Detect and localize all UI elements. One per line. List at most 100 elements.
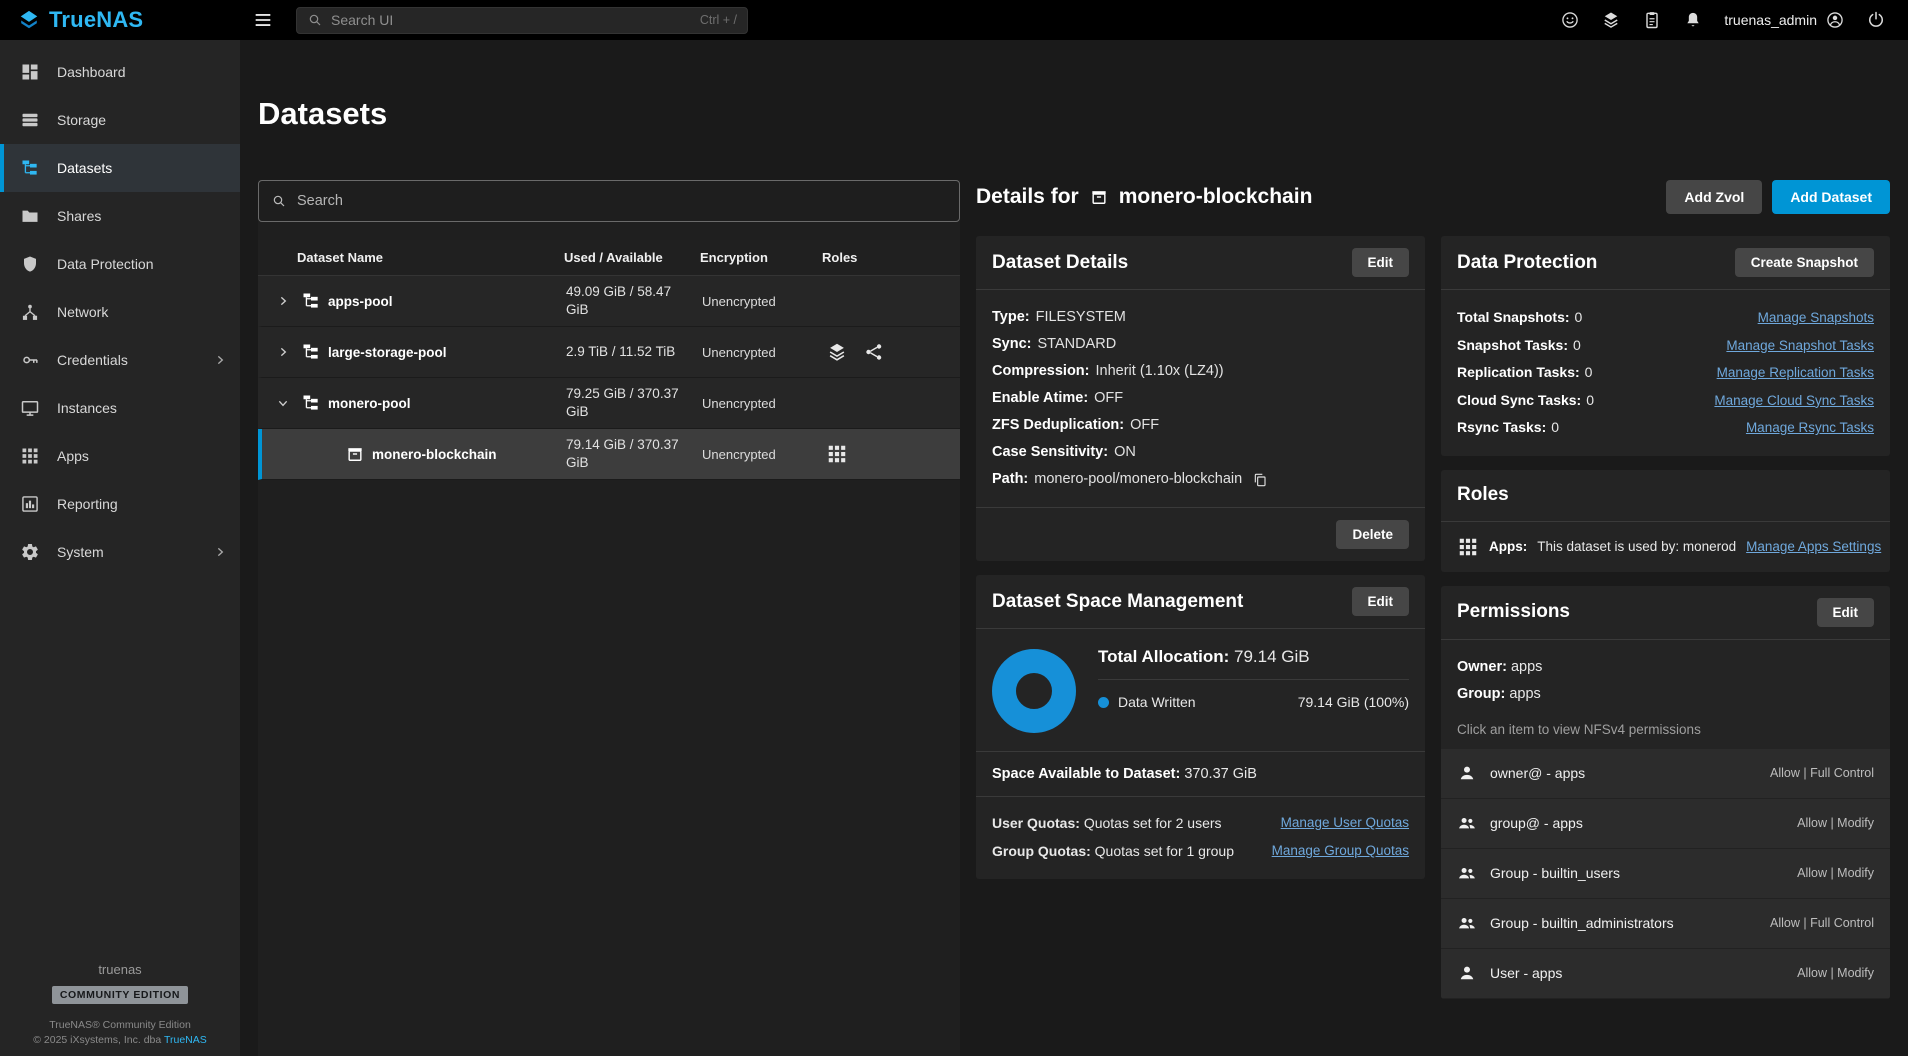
group-quotas-row: Group Quotas: Quotas set for 1 group Man…: [992, 837, 1409, 865]
apps-role-row: Apps:This dataset is used by: monerod Ma…: [1457, 536, 1874, 558]
chevron-right-icon[interactable]: [272, 341, 294, 363]
checkup-button[interactable]: [1601, 10, 1621, 30]
details-panel: Details for monero-blockchain Add Zvol A…: [976, 180, 1890, 1056]
sidebar-item-network[interactable]: Network: [0, 288, 240, 336]
group-icon: [1457, 863, 1477, 883]
edit-dataset-details-button[interactable]: Edit: [1352, 248, 1410, 277]
chevron-down-icon[interactable]: [272, 392, 294, 414]
edit-space-button[interactable]: Edit: [1352, 587, 1410, 616]
field-type: Type:FILESYSTEM: [992, 304, 1409, 331]
sidebar-item-apps[interactable]: Apps: [0, 432, 240, 480]
dataset-row-apps-pool[interactable]: apps-pool 49.09 GiB / 58.47 GiB Unencryp…: [258, 276, 960, 327]
dataset-search[interactable]: [258, 180, 960, 222]
feedback-button[interactable]: [1560, 10, 1580, 30]
tree-empty-area: [258, 480, 960, 1056]
sidebar-item-instances[interactable]: Instances: [0, 384, 240, 432]
card-title: Dataset Space Management: [992, 591, 1243, 613]
column-roles: Roles: [820, 250, 960, 265]
topbar-actions: truenas_admin: [1560, 10, 1908, 30]
sidebar-item-storage[interactable]: Storage: [0, 96, 240, 144]
global-search-input[interactable]: [331, 12, 692, 28]
space-management-card: Dataset Space Management Edit Total Allo…: [976, 575, 1425, 879]
manage-rsync-tasks-link[interactable]: Manage Rsync Tasks: [1746, 414, 1874, 442]
dataset-details-card: Dataset Details Edit Type:FILESYSTEM Syn…: [976, 236, 1425, 561]
permission-item-user-apps[interactable]: User - apps Allow | Modify: [1441, 949, 1890, 999]
sidebar-item-system[interactable]: System: [0, 528, 240, 576]
used-available: 49.09 GiB / 58.47 GiB: [566, 283, 702, 319]
dataset-tree-panel: Dataset Name Used / Available Encryption…: [258, 180, 960, 1056]
group-row: Group: apps: [1457, 681, 1874, 708]
edit-permissions-button[interactable]: Edit: [1817, 598, 1875, 627]
manage-user-quotas-link[interactable]: Manage User Quotas: [1281, 809, 1409, 837]
create-snapshot-button[interactable]: Create Snapshot: [1735, 248, 1874, 277]
manage-apps-settings-link[interactable]: Manage Apps Settings: [1746, 539, 1881, 554]
used-available: 2.9 TiB / 11.52 TiB: [566, 343, 702, 361]
rsync-tasks-row: Rsync Tasks:0Manage Rsync Tasks: [1457, 414, 1874, 442]
card-title: Dataset Details: [992, 252, 1128, 274]
search-icon: [271, 193, 287, 209]
manage-replication-tasks-link[interactable]: Manage Replication Tasks: [1717, 359, 1874, 387]
manage-snapshot-tasks-link[interactable]: Manage Snapshot Tasks: [1726, 332, 1874, 360]
truenas-logo-icon: [18, 9, 40, 31]
legend-data-written: Data Written 79.14 GiB (100%): [1098, 680, 1409, 710]
apps-grid-icon: [20, 446, 40, 466]
share-icon: [863, 341, 885, 363]
encryption-status: Unencrypted: [702, 345, 824, 360]
manage-cloud-sync-tasks-link[interactable]: Manage Cloud Sync Tasks: [1714, 387, 1874, 415]
layers-icon: [826, 341, 848, 363]
page-header: Datasets: [240, 40, 1908, 132]
encryption-status: Unencrypted: [702, 294, 824, 309]
permission-item-group[interactable]: group@ - apps Allow | Modify: [1441, 799, 1890, 849]
brand[interactable]: TrueNAS: [0, 7, 240, 33]
field-atime: Enable Atime:OFF: [992, 385, 1409, 412]
network-hub-icon: [20, 302, 40, 322]
add-zvol-button[interactable]: Add Zvol: [1666, 180, 1762, 214]
user-menu-button[interactable]: truenas_admin: [1724, 10, 1845, 30]
card-title: Data Protection: [1457, 252, 1597, 274]
sidebar-item-dashboard[interactable]: Dashboard: [0, 48, 240, 96]
menu-toggle-button[interactable]: [252, 9, 274, 31]
storage-icon: [20, 110, 40, 130]
add-dataset-button[interactable]: Add Dataset: [1772, 180, 1890, 214]
manage-snapshots-link[interactable]: Manage Snapshots: [1758, 304, 1874, 332]
instances-monitor-icon: [20, 398, 40, 418]
dataset-box-icon: [345, 444, 365, 464]
space-available: Space Available to Dataset: 370.37 GiB: [992, 752, 1409, 782]
permission-item-builtin-users[interactable]: Group - builtin_users Allow | Modify: [1441, 849, 1890, 899]
sidebar-item-reporting[interactable]: Reporting: [0, 480, 240, 528]
sidebar-item-data-protection[interactable]: Data Protection: [0, 240, 240, 288]
power-icon: [1866, 10, 1886, 30]
jobs-clipboard-icon: [1642, 10, 1662, 30]
dataset-box-icon: [1089, 187, 1109, 207]
global-search[interactable]: Ctrl + /: [296, 7, 748, 34]
sidebar-item-shares[interactable]: Shares: [0, 192, 240, 240]
dataset-row-monero-pool[interactable]: monero-pool 79.25 GiB / 370.37 GiB Unenc…: [258, 378, 960, 429]
manage-group-quotas-link[interactable]: Manage Group Quotas: [1272, 837, 1409, 865]
dataset-row-monero-blockchain[interactable]: monero-blockchain 79.14 GiB / 370.37 GiB…: [258, 429, 960, 480]
sidebar-item-credentials[interactable]: Credentials: [0, 336, 240, 384]
dataset-row-large-storage-pool[interactable]: large-storage-pool 2.9 TiB / 11.52 TiB U…: [258, 327, 960, 378]
dashboard-icon: [20, 62, 40, 82]
permission-item-owner[interactable]: owner@ - apps Allow | Full Control: [1441, 749, 1890, 799]
topbar: TrueNAS Ctrl + / truenas_admin: [0, 0, 1908, 40]
sidebar-item-datasets[interactable]: Datasets: [0, 144, 240, 192]
power-button[interactable]: [1866, 10, 1886, 30]
ace-value: Allow | Full Control: [1770, 916, 1874, 930]
edition-badge[interactable]: COMMUNITY EDITION: [52, 986, 188, 1004]
copy-icon[interactable]: [1252, 472, 1268, 488]
jobs-button[interactable]: [1642, 10, 1662, 30]
layers-icon: [1601, 10, 1621, 30]
dataset-name: monero-pool: [328, 396, 411, 411]
alerts-bell-icon: [1683, 10, 1703, 30]
dataset-search-input[interactable]: [297, 193, 947, 209]
copyright-brand-link[interactable]: TrueNAS: [164, 1034, 207, 1046]
feedback-smiley-icon: [1560, 10, 1580, 30]
table-header: Dataset Name Used / Available Encryption…: [258, 240, 960, 276]
column-dataset-name: Dataset Name: [258, 250, 562, 265]
delete-dataset-button[interactable]: Delete: [1336, 520, 1409, 549]
brand-name: TrueNAS: [49, 7, 143, 33]
chevron-right-icon[interactable]: [272, 290, 294, 312]
alerts-button[interactable]: [1683, 10, 1703, 30]
permission-item-builtin-administrators[interactable]: Group - builtin_administrators Allow | F…: [1441, 899, 1890, 949]
permissions-hint: Click an item to view NFSv4 permissions: [1457, 722, 1874, 737]
